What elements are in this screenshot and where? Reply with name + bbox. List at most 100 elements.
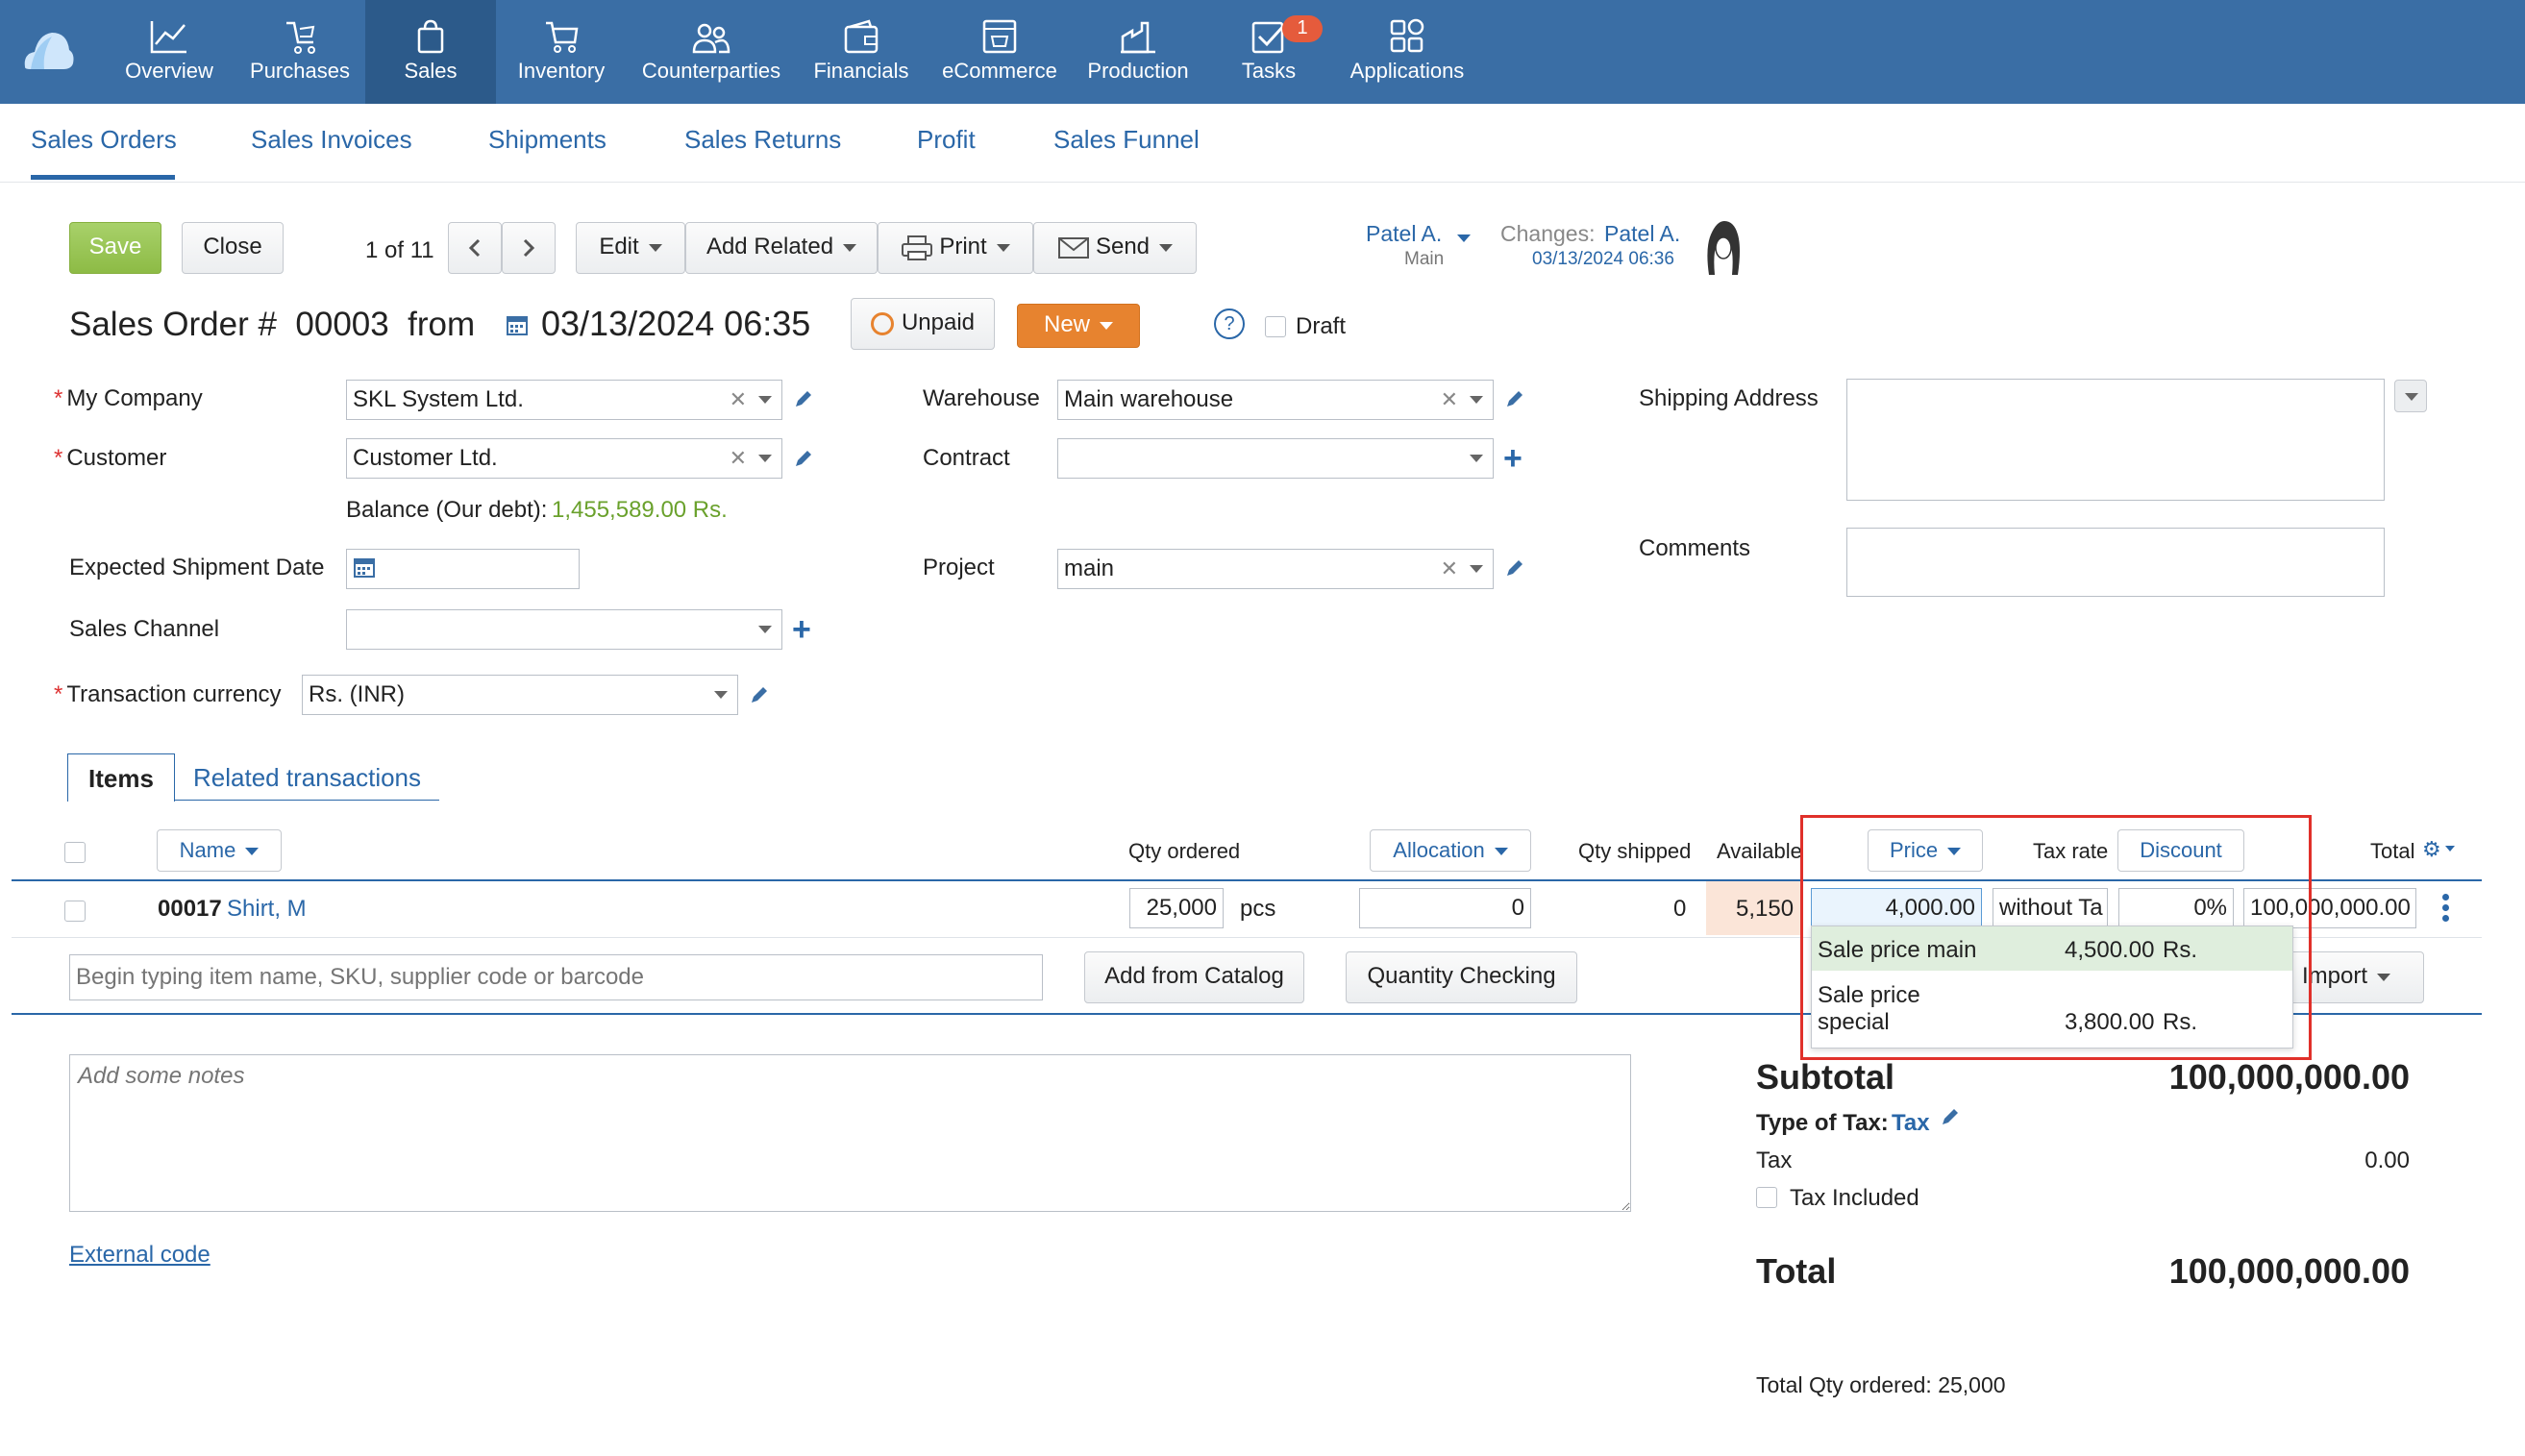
calendar-icon[interactable]	[353, 555, 376, 579]
chevron-down-icon[interactable]	[1470, 396, 1483, 404]
status-dropdown[interactable]: New	[1017, 304, 1140, 348]
contract-label: Contract	[923, 445, 1010, 471]
tax-included-checkbox[interactable]	[1756, 1187, 1777, 1208]
printer-icon	[902, 234, 933, 260]
tab-profit[interactable]: Profit	[917, 125, 976, 155]
quantity-checking-button[interactable]: Quantity Checking	[1346, 951, 1577, 1003]
tasks-count-badge: 1	[1282, 15, 1323, 42]
payment-status-button[interactable]: Unpaid	[851, 298, 995, 350]
chevron-down-icon[interactable]	[1457, 234, 1471, 242]
nav-inventory[interactable]: Inventory	[507, 0, 615, 104]
nav-tasks[interactable]: 1 Tasks	[1213, 0, 1324, 104]
draft-checkbox[interactable]	[1265, 316, 1286, 337]
chevron-left-icon	[468, 238, 481, 257]
comments-input[interactable]	[1846, 528, 2385, 597]
warehouse-field[interactable]: Main warehouse ✕	[1057, 380, 1494, 420]
nav-label: Sales	[404, 59, 458, 83]
nav-applications[interactable]: Applications	[1340, 0, 1474, 104]
nav-production[interactable]: Production	[1080, 0, 1196, 104]
row-checkbox[interactable]	[64, 901, 86, 922]
owner-name[interactable]: Patel A.	[1366, 221, 1442, 247]
tab-sales-orders[interactable]: Sales Orders	[31, 125, 177, 155]
sub-navigation: Sales Orders Sales Invoices Shipments Sa…	[0, 104, 2525, 183]
contract-field[interactable]	[1057, 438, 1494, 479]
edit-menu-button[interactable]: Edit	[576, 222, 685, 274]
chevron-down-icon[interactable]	[2445, 846, 2455, 851]
nav-purchases[interactable]: Purchases	[242, 0, 358, 104]
chevron-down-icon[interactable]	[758, 626, 772, 633]
chevron-down-icon[interactable]	[1470, 455, 1483, 462]
edit-pencil-icon[interactable]	[1940, 1106, 1961, 1127]
nav-ecommerce[interactable]: eCommerce	[932, 0, 1067, 104]
allocation-column-button[interactable]: Allocation	[1370, 829, 1531, 872]
tab-sales-funnel[interactable]: Sales Funnel	[1053, 125, 1200, 155]
qty-input[interactable]: 25,000	[1129, 888, 1224, 928]
edit-pencil-icon[interactable]	[793, 448, 814, 469]
currency-field[interactable]: Rs. (INR)	[302, 675, 738, 715]
clear-icon[interactable]: ✕	[1441, 387, 1458, 412]
print-button[interactable]: Print	[878, 222, 1033, 274]
clear-icon[interactable]: ✕	[730, 446, 747, 471]
previous-button[interactable]	[448, 222, 502, 274]
expected-shipment-label: Expected Shipment Date	[69, 555, 325, 580]
my-company-field[interactable]: SKL System Ltd. ✕	[346, 380, 782, 420]
chevron-down-icon[interactable]	[758, 396, 772, 404]
tax-included-label: Tax Included	[1790, 1185, 1919, 1211]
edit-pencil-icon[interactable]	[793, 388, 814, 409]
chevron-down-icon[interactable]	[714, 691, 728, 699]
clear-icon[interactable]: ✕	[1441, 556, 1458, 581]
shipping-address-dropdown[interactable]	[2394, 380, 2427, 412]
clear-icon[interactable]: ✕	[730, 387, 747, 412]
send-button[interactable]: Send	[1033, 222, 1197, 274]
item-name-link[interactable]: Shirt, M	[227, 896, 307, 923]
name-column-button[interactable]: Name	[157, 829, 282, 872]
chevron-down-icon[interactable]	[1470, 565, 1483, 573]
tab-shipments[interactable]: Shipments	[488, 125, 606, 155]
changes-user[interactable]: Patel A.	[1604, 221, 1680, 247]
comments-label: Comments	[1639, 535, 1751, 561]
gear-icon[interactable]: ⚙	[2422, 837, 2441, 862]
calendar-icon[interactable]	[506, 313, 529, 336]
type-of-tax-link[interactable]: Tax	[1892, 1110, 1930, 1137]
avatar[interactable]	[1703, 219, 1744, 277]
add-contract-icon[interactable]: +	[1503, 442, 1522, 475]
qty-ordered-header: Qty ordered	[1128, 839, 1241, 863]
tab-related-transactions[interactable]: Related transactions	[193, 763, 421, 793]
more-options-icon[interactable]	[2442, 890, 2450, 925]
tab-sales-returns[interactable]: Sales Returns	[684, 125, 841, 155]
shipping-address-input[interactable]	[1846, 379, 2385, 501]
my-company-value: SKL System Ltd.	[353, 386, 524, 412]
title-prefix: Sales Order #	[69, 306, 277, 343]
help-icon[interactable]: ?	[1214, 308, 1245, 339]
add-sales-channel-icon[interactable]: +	[792, 613, 811, 646]
customer-field[interactable]: Customer Ltd. ✕	[346, 438, 782, 479]
item-search-input[interactable]	[69, 954, 1043, 1000]
nav-financials[interactable]: Financials	[807, 0, 915, 104]
storefront-icon	[982, 19, 1017, 54]
external-code-link[interactable]: External code	[69, 1242, 210, 1269]
nav-counterparties[interactable]: Counterparties	[634, 0, 788, 104]
sales-channel-field[interactable]	[346, 609, 782, 650]
expected-shipment-field[interactable]	[346, 549, 580, 589]
select-all-checkbox[interactable]	[64, 842, 86, 863]
save-button[interactable]: Save	[69, 222, 161, 274]
status-label: New	[1043, 311, 1090, 337]
allocation-input[interactable]: 0	[1359, 888, 1531, 928]
tab-items[interactable]: Items	[67, 753, 175, 802]
add-from-catalog-button[interactable]: Add from Catalog	[1084, 951, 1304, 1003]
nav-overview[interactable]: Overview	[115, 0, 223, 104]
tax-value: 0.00	[2364, 1148, 2410, 1173]
edit-pencil-icon[interactable]	[1504, 388, 1525, 409]
app-logo-icon[interactable]	[21, 25, 75, 71]
order-datetime[interactable]: 03/13/2024 06:35	[541, 304, 810, 344]
nav-sales[interactable]: Sales	[365, 0, 496, 104]
tab-sales-invoices[interactable]: Sales Invoices	[251, 125, 412, 155]
edit-pencil-icon[interactable]	[749, 684, 770, 705]
next-button[interactable]	[502, 222, 556, 274]
notes-input[interactable]	[69, 1054, 1631, 1212]
close-button[interactable]: Close	[182, 222, 284, 274]
chevron-down-icon[interactable]	[758, 455, 772, 462]
add-related-button[interactable]: Add Related	[685, 222, 878, 274]
project-field[interactable]: main ✕	[1057, 549, 1494, 589]
edit-pencil-icon[interactable]	[1504, 557, 1525, 579]
